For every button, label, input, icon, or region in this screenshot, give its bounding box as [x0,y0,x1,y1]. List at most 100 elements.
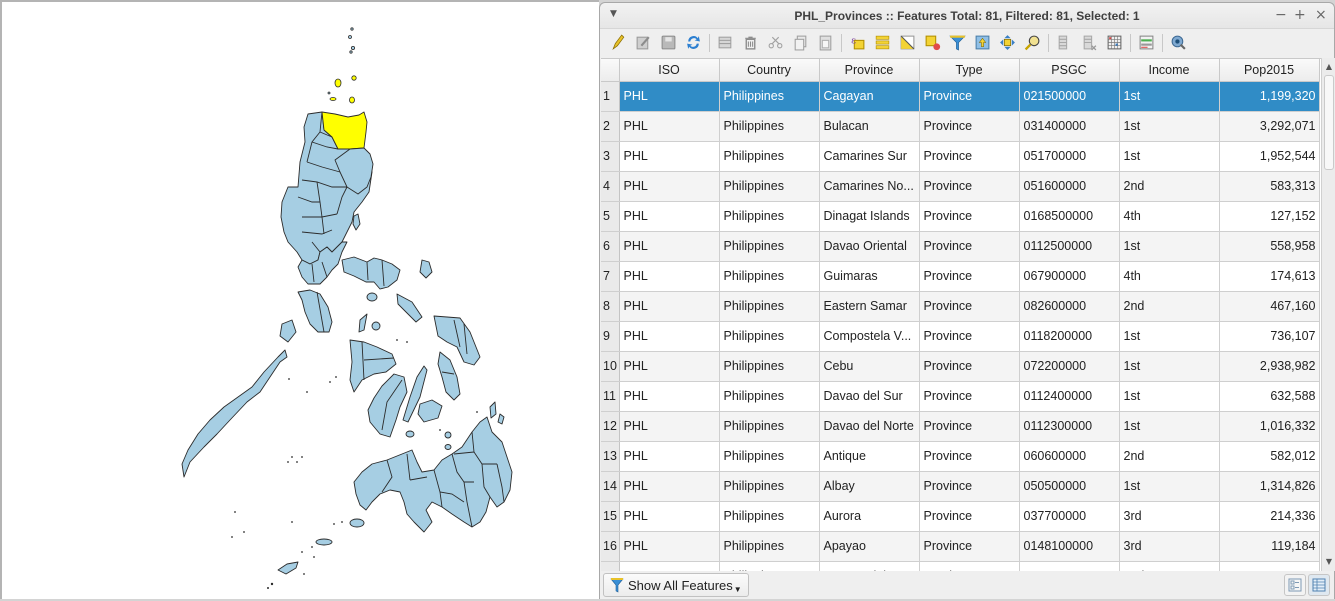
cell-country[interactable]: Philippines [719,171,820,202]
toggle-editing-button[interactable] [606,32,631,54]
cell-country[interactable]: Philippines [719,291,820,322]
cell-type[interactable]: Province [919,201,1020,232]
row-number[interactable]: 4 [601,171,620,202]
cell-psgc[interactable]: 0112500000 [1019,231,1120,262]
cell-country[interactable]: Philippines [719,411,820,442]
cell-iso[interactable]: PHL [619,111,720,142]
province-masbate[interactable] [396,293,423,323]
map-layer-phl-provinces[interactable] [2,2,601,601]
column-header-province[interactable]: Province [819,59,920,82]
cell-province[interactable]: Bulacan [819,111,920,142]
row-number[interactable]: 11 [601,381,620,412]
cut-button[interactable] [763,32,788,54]
cell-income[interactable]: 1st [1119,81,1220,112]
cell-iso[interactable]: PHL [619,561,720,571]
cell-country[interactable]: Philippines [719,261,820,292]
cell-psgc[interactable]: 0118200000 [1019,321,1120,352]
cell-pop2015[interactable]: 467,160 [1219,291,1320,322]
cell-province[interactable]: Aurora [819,501,920,532]
row-number[interactable]: 17 [601,561,620,571]
cell-iso[interactable]: PHL [619,321,720,352]
cell-pop2015[interactable]: 1,199,320 [1219,81,1320,112]
close-button[interactable]: × [1315,7,1327,23]
cell-income[interactable]: 1st [1119,411,1220,442]
vertical-scrollbar[interactable]: ▲ ▼ [1321,58,1335,571]
cell-psgc[interactable]: 072200000 [1019,351,1120,382]
cell-psgc[interactable]: 051600000 [1019,171,1120,202]
minimize-button[interactable]: − [1275,7,1287,23]
province-sulu[interactable] [315,538,333,546]
cell-province[interactable]: Compostela V... [819,321,920,352]
cell-iso[interactable]: PHL [619,141,720,172]
cell-income[interactable]: 2nd [1119,171,1220,202]
table-row[interactable]: 6 PHL Philippines Davao Oriental Province 011… [601,231,1320,262]
cell-psgc[interactable]: 050500000 [1019,471,1120,502]
row-number[interactable]: 8 [601,291,620,322]
cell-pop2015[interactable]: 1,952,544 [1219,141,1320,172]
table-row[interactable]: 12 PHL Philippines Davao del Norte Province 0… [601,411,1320,442]
cell-pop2015[interactable]: 1,016,332 [1219,411,1320,442]
cell-province[interactable]: Cebu [819,351,920,382]
add-feature-button[interactable] [713,32,738,54]
row-number[interactable]: 5 [601,201,620,232]
cell-income[interactable]: 1st [1119,351,1220,382]
cell-iso[interactable]: PHL [619,171,720,202]
window-titlebar[interactable]: ▼ PHL_Provinces :: Features Total: 81, F… [600,3,1334,29]
column-header-pop2015[interactable]: Pop2015 [1219,59,1320,82]
pan-to-selected-button[interactable] [995,32,1020,54]
table-row[interactable]: 7 PHL Philippines Guimaras Province 067900000… [601,261,1320,292]
province-bohol[interactable] [417,399,443,423]
cell-type[interactable]: Province [919,501,1020,532]
cell-country[interactable]: Philippines [719,351,820,382]
cell-income[interactable]: 1st [1119,111,1220,142]
cell-country[interactable]: Philippines [719,561,820,571]
cell-psgc[interactable]: 067900000 [1019,261,1120,292]
province-catanduanes[interactable] [419,259,433,279]
cell-province[interactable]: Camarines Sur [819,141,920,172]
table-row[interactable]: 16 PHL Philippines Apayao Province 0148100000… [601,531,1320,562]
province-basilan[interactable] [349,518,365,528]
map-canvas[interactable] [0,0,599,599]
cell-type[interactable]: Province [919,441,1020,472]
province-mindoro[interactable] [297,289,333,333]
column-header-country[interactable]: Country [719,59,820,82]
cell-pop2015[interactable]: 1,314,826 [1219,471,1320,502]
move-selection-top-button[interactable] [970,32,995,54]
cell-province[interactable]: Antique [819,441,920,472]
cell-country[interactable]: Philippines [719,81,820,112]
cell-pop2015[interactable]: 2,938,982 [1219,351,1320,382]
row-number[interactable]: 2 [601,111,620,142]
province-bicol[interactable] [341,256,401,290]
cell-type[interactable]: Province [919,561,1020,571]
cell-iso[interactable]: PHL [619,531,720,562]
province-tawi-tawi[interactable] [277,561,299,575]
cell-iso[interactable]: PHL [619,471,720,502]
new-field-button[interactable] [1052,32,1077,54]
scrollbar-thumb[interactable] [1324,75,1334,170]
column-header-iso[interactable]: ISO [619,59,720,82]
column-header-income[interactable]: Income [1119,59,1220,82]
row-number[interactable]: 7 [601,261,620,292]
cell-type[interactable]: Province [919,81,1020,112]
cell-province[interactable]: Apayao [819,531,920,562]
cell-type[interactable]: Province [919,261,1020,292]
dock-window-button[interactable] [1166,32,1191,54]
cell-iso[interactable]: PHL [619,381,720,412]
form-view-button[interactable] [1284,574,1306,596]
province-negros[interactable] [367,373,408,438]
cell-income[interactable]: 1st [1119,471,1220,502]
cell-income[interactable]: 2nd [1119,561,1220,571]
cell-province[interactable]: Davao Oriental [819,231,920,262]
cell-psgc[interactable]: 0168500000 [1019,201,1120,232]
province-leyte[interactable] [437,351,461,401]
row-number[interactable]: 15 [601,501,620,532]
cell-province[interactable]: Albay [819,471,920,502]
row-number[interactable]: 16 [601,531,620,562]
cell-pop2015[interactable]: 127,152 [1219,201,1320,232]
cell-province[interactable]: Guimaras [819,261,920,292]
save-edits-button[interactable] [656,32,681,54]
cell-country[interactable]: Philippines [719,441,820,472]
cell-province[interactable]: Davao del Norte [819,411,920,442]
cell-type[interactable]: Province [919,411,1020,442]
select-all-button[interactable] [870,32,895,54]
